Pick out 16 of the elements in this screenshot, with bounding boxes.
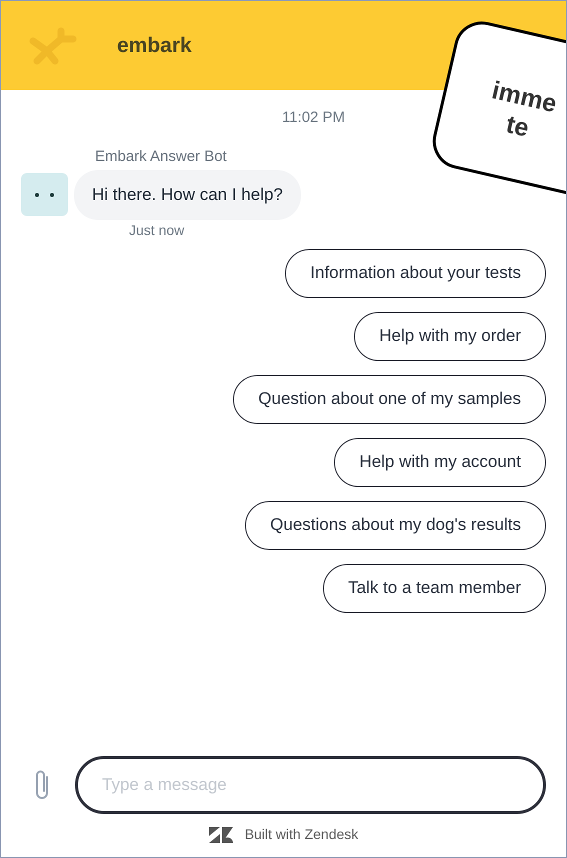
message-input[interactable]: Type a message xyxy=(75,756,546,814)
callout-text: te xyxy=(504,110,532,144)
zendesk-logo-icon xyxy=(208,826,233,842)
quick-reply-button[interactable]: Help with my account xyxy=(334,438,546,486)
quick-reply-button[interactable]: Information about your tests xyxy=(285,248,546,298)
timestamp: 11:02 PM xyxy=(282,108,346,128)
quick-reply-button[interactable]: Talk to a team member xyxy=(323,564,546,612)
sender-name: Embark Answer Bot xyxy=(95,146,228,166)
quick-reply-button[interactable]: Questions about my dog's results xyxy=(245,500,546,550)
message-time: Just now xyxy=(129,220,186,240)
quick-reply-button[interactable]: Question about one of my samples xyxy=(233,374,546,424)
quick-reply-button[interactable]: Help with my order xyxy=(354,312,546,360)
message-bubble: Hi there. How can I help? xyxy=(74,170,301,220)
brand-title: embark xyxy=(117,32,192,59)
footer-text: Built with Zendesk xyxy=(244,825,358,844)
bot-avatar xyxy=(21,173,68,216)
